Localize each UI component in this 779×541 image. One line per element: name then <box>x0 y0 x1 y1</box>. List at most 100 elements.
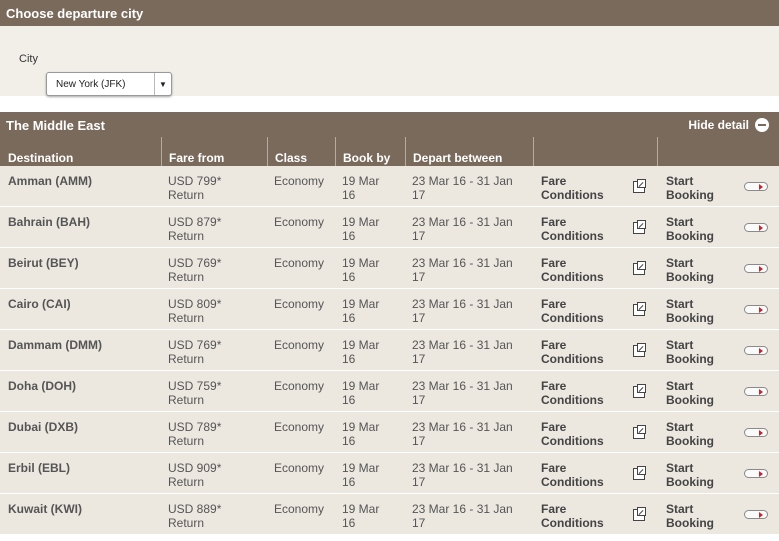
start-booking-link[interactable]: Start Booking <box>666 461 714 489</box>
start-booking-link[interactable]: Start Booking <box>666 215 714 243</box>
depart-between-cell: 23 Mar 16 - 31 Jan 17 <box>412 297 513 325</box>
external-link-icon[interactable] <box>633 302 646 316</box>
book-by-date: 19 Mar <box>342 215 380 229</box>
external-link-icon[interactable] <box>633 261 646 275</box>
external-link-icon[interactable] <box>633 179 646 193</box>
fare-conditions-label-1: Fare <box>541 420 567 434</box>
fare-conditions-link[interactable]: Fare Conditions <box>541 338 604 366</box>
start-booking-link[interactable]: Start Booking <box>666 174 714 202</box>
start-booking-link[interactable]: Start Booking <box>666 502 714 530</box>
arrow-right-icon[interactable] <box>744 264 768 273</box>
city-select[interactable]: New York (JFK) ▼ <box>46 72 172 96</box>
depart-between-cell: 23 Mar 16 - 31 Jan 17 <box>412 420 513 448</box>
fare-conditions-link[interactable]: Fare Conditions <box>541 502 604 530</box>
fare-amount: USD 879* <box>168 215 222 229</box>
book-by-date: 19 Mar <box>342 297 380 311</box>
fare-conditions-link[interactable]: Fare Conditions <box>541 297 604 325</box>
hide-detail-button[interactable]: Hide detail <box>688 118 769 132</box>
depart-range: 23 Mar 16 - 31 Jan <box>412 215 513 229</box>
depart-range-year: 17 <box>412 434 426 448</box>
fare-conditions-link[interactable]: Fare Conditions <box>541 215 604 243</box>
city-label: City <box>19 53 38 65</box>
arrow-right-icon[interactable] <box>744 469 768 478</box>
fare-type: Return <box>168 311 205 325</box>
fare-conditions-label-1: Fare <box>541 256 567 270</box>
fare-cell: USD 789* Return <box>168 420 221 448</box>
start-booking-link[interactable]: Start Booking <box>666 297 714 325</box>
fare-conditions-link[interactable]: Fare Conditions <box>541 461 604 489</box>
arrow-right-icon[interactable] <box>744 387 768 396</box>
depart-between-cell: 23 Mar 16 - 31 Jan 17 <box>412 379 513 407</box>
fare-cell: USD 889* Return <box>168 502 221 530</box>
book-by-date: 19 Mar <box>342 502 380 516</box>
fare-conditions-label-1: Fare <box>541 174 567 188</box>
external-link-icon[interactable] <box>633 466 646 480</box>
book-by-date: 19 Mar <box>342 461 380 475</box>
fare-cell: USD 879* Return <box>168 215 221 243</box>
depart-between-cell: 23 Mar 16 - 31 Jan 17 <box>412 174 513 202</box>
fare-conditions-label-1: Fare <box>541 297 567 311</box>
book-by-cell: 19 Mar 16 <box>342 174 379 202</box>
external-link-icon[interactable] <box>633 384 646 398</box>
arrow-right-icon[interactable] <box>744 428 768 437</box>
fare-cell: USD 769* Return <box>168 256 221 284</box>
start-booking-label-2: Booking <box>666 188 714 202</box>
city-select-value: New York (JFK) <box>56 79 126 90</box>
destination-cell: Bahrain (BAH) <box>8 215 91 229</box>
fare-conditions-link[interactable]: Fare Conditions <box>541 174 604 202</box>
book-by-date: 19 Mar <box>342 420 380 434</box>
book-by-cell: 19 Mar 16 <box>342 461 379 489</box>
departure-city-panel: City New York (JFK) ▼ <box>0 26 779 96</box>
table-row: Dammam (DMM) USD 769* Return Economy 19 Mar 1… <box>0 330 779 371</box>
fare-conditions-label-2: Conditions <box>541 229 604 243</box>
arrow-right-icon[interactable] <box>744 346 768 355</box>
start-booking-link[interactable]: Start Booking <box>666 420 714 448</box>
arrow-right-icon[interactable] <box>744 182 768 191</box>
book-by-cell: 19 Mar 16 <box>342 379 379 407</box>
header-book-by: Book by <box>335 137 405 166</box>
fares-table-body: Amman (AMM) USD 799* Return Economy 19 Mar 16… <box>0 166 779 535</box>
arrow-right-icon[interactable] <box>744 510 768 519</box>
book-by-cell: 19 Mar 16 <box>342 420 379 448</box>
depart-range: 23 Mar 16 - 31 Jan <box>412 420 513 434</box>
fare-conditions-link[interactable]: Fare Conditions <box>541 379 604 407</box>
start-booking-label-1: Start <box>666 420 694 434</box>
depart-between-cell: 23 Mar 16 - 31 Jan 17 <box>412 215 513 243</box>
book-by-year: 16 <box>342 516 356 530</box>
depart-range-year: 17 <box>412 229 426 243</box>
fare-conditions-link[interactable]: Fare Conditions <box>541 420 604 448</box>
fare-conditions-label-2: Conditions <box>541 516 604 530</box>
fare-conditions-link[interactable]: Fare Conditions <box>541 256 604 284</box>
book-by-cell: 19 Mar 16 <box>342 338 379 366</box>
external-link-icon[interactable] <box>633 220 646 234</box>
start-booking-label-1: Start <box>666 215 694 229</box>
book-by-year: 16 <box>342 393 356 407</box>
external-link-icon[interactable] <box>633 425 646 439</box>
table-header: Destination Fare from Class Book by Depa… <box>0 137 779 166</box>
header-depart-between: Depart between <box>405 137 533 166</box>
fare-cell: USD 769* Return <box>168 338 221 366</box>
book-by-date: 19 Mar <box>342 174 380 188</box>
fare-type: Return <box>168 393 205 407</box>
fare-conditions-label-1: Fare <box>541 338 567 352</box>
header-fare-conditions <box>533 137 657 166</box>
destination-cell: Beirut (BEY) <box>8 256 79 270</box>
fare-conditions-label-1: Fare <box>541 502 567 516</box>
start-booking-label-2: Booking <box>666 475 714 489</box>
table-row: Amman (AMM) USD 799* Return Economy 19 Mar 16… <box>0 166 779 207</box>
arrow-right-icon[interactable] <box>744 305 768 314</box>
table-row: Kuwait (KWI) USD 889* Return Economy 19 Mar 1… <box>0 494 779 535</box>
class-cell: Economy <box>274 420 325 434</box>
arrow-right-icon[interactable] <box>744 223 768 232</box>
start-booking-link[interactable]: Start Booking <box>666 338 714 366</box>
external-link-icon[interactable] <box>633 507 646 521</box>
external-link-icon[interactable] <box>633 343 646 357</box>
fare-conditions-label-1: Fare <box>541 461 567 475</box>
start-booking-link[interactable]: Start Booking <box>666 256 714 284</box>
book-by-date: 19 Mar <box>342 379 380 393</box>
start-booking-label-1: Start <box>666 338 694 352</box>
table-row: Doha (DOH) USD 759* Return Economy 19 Mar 16 2… <box>0 371 779 412</box>
start-booking-link[interactable]: Start Booking <box>666 379 714 407</box>
destination-cell: Cairo (CAI) <box>8 297 71 311</box>
departure-city-header: Choose departure city <box>0 0 779 26</box>
